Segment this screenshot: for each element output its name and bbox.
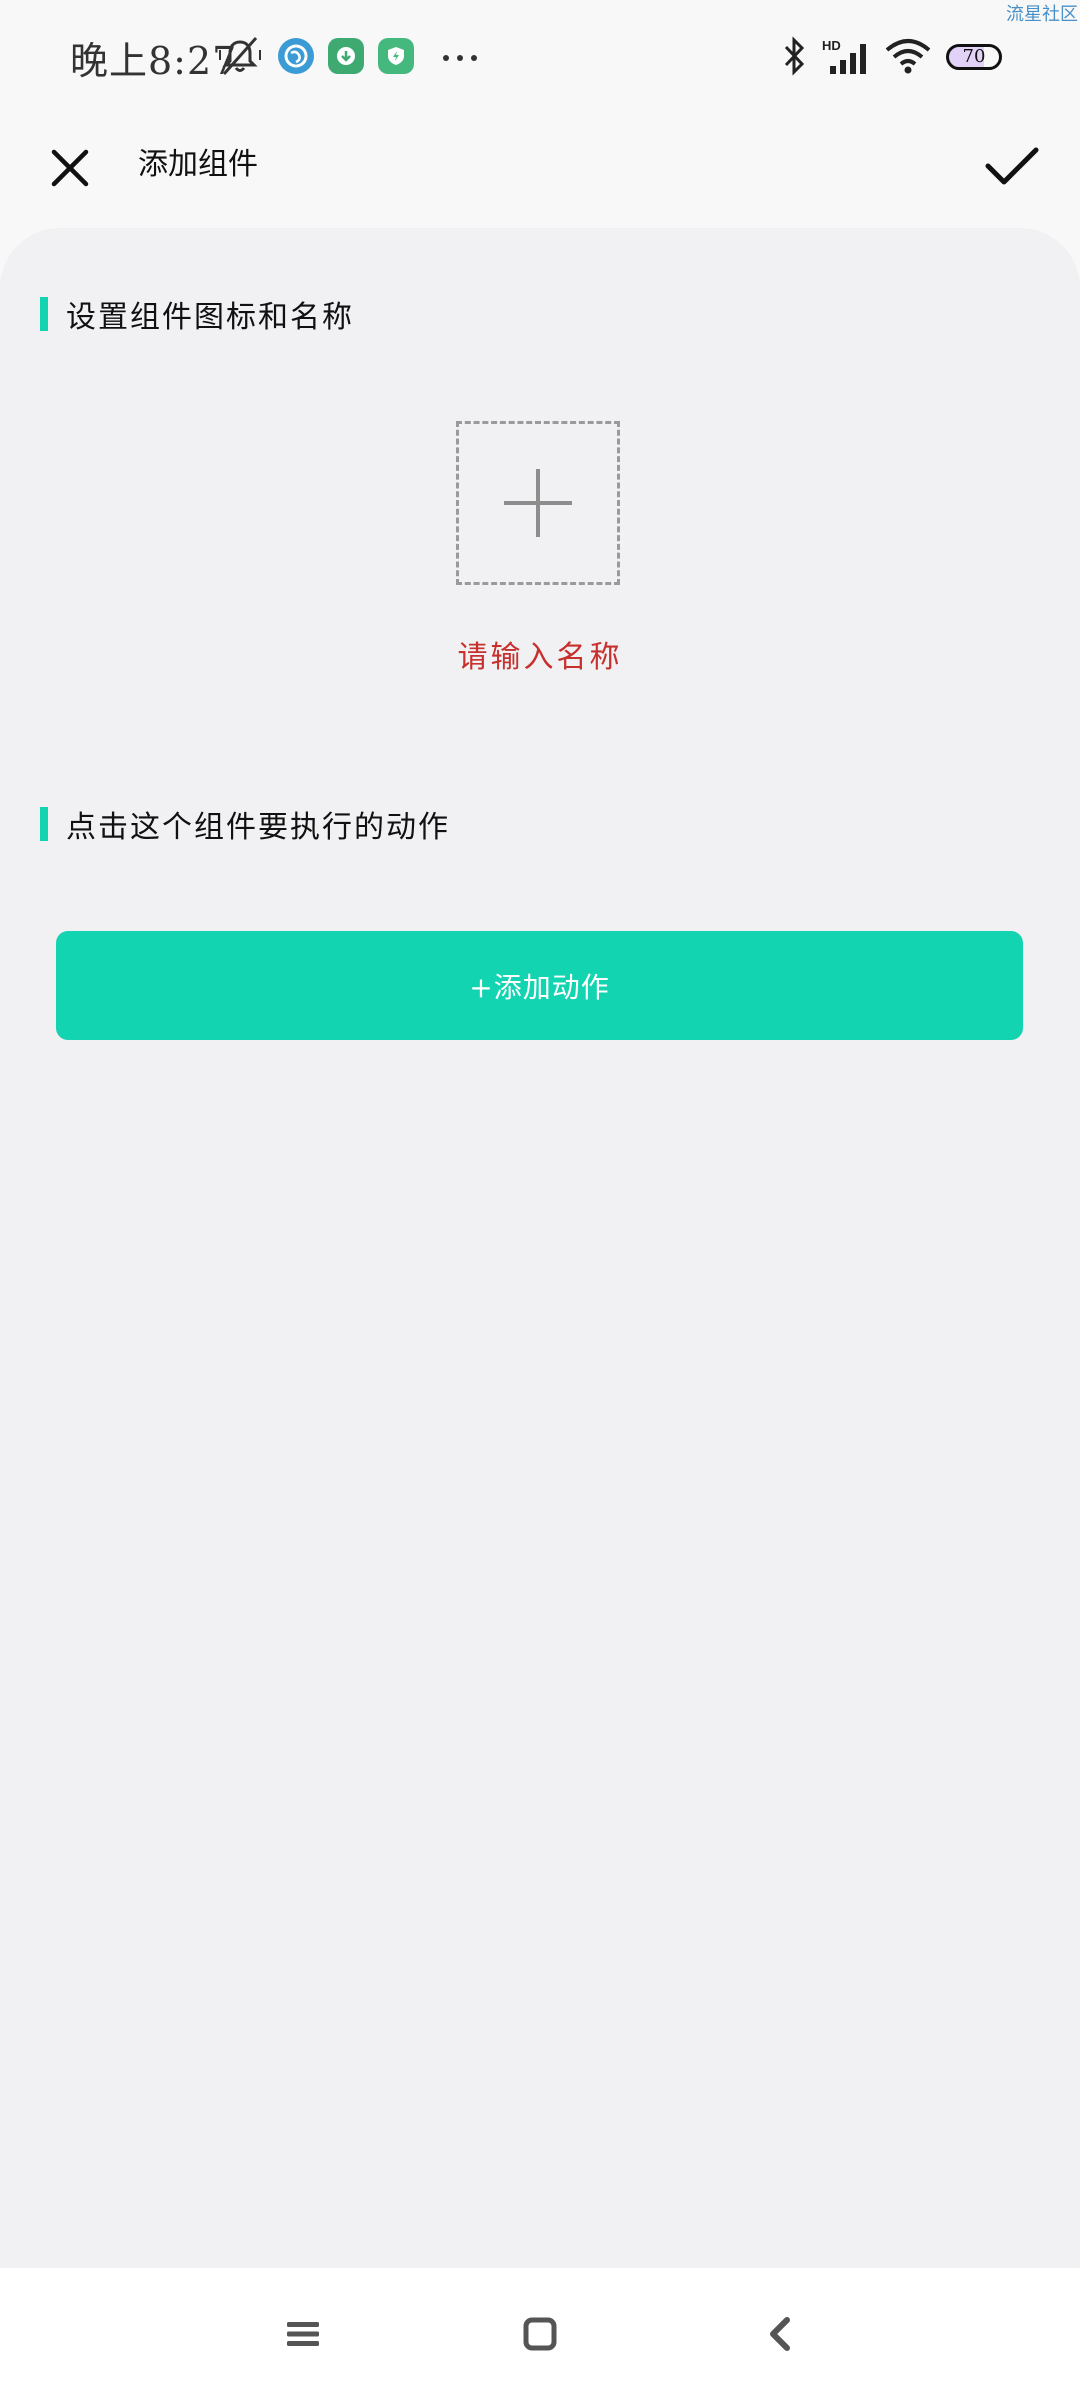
browser-app-icon: [278, 38, 314, 74]
wifi-icon: [885, 39, 931, 74]
main-panel: 设置组件图标和名称 请输入名称 点击这个组件要执行的动作 +添加动作: [0, 228, 1080, 2268]
bluetooth-icon: [784, 36, 805, 76]
svg-text:HD: HD: [822, 38, 841, 53]
add-action-button[interactable]: +添加动作: [56, 931, 1023, 1040]
mute-bell-icon: [219, 37, 261, 75]
watermark: 流星社区: [1006, 4, 1078, 25]
name-input[interactable]: 请输入名称: [340, 632, 740, 676]
back-icon: [770, 2317, 790, 2351]
section-heading-icon-name: 设置组件图标和名称: [40, 292, 354, 336]
hd-signal-icon: HD: [822, 38, 866, 74]
check-icon: [985, 147, 1039, 185]
confirm-button[interactable]: [980, 134, 1044, 198]
section-heading-text: 设置组件图标和名称: [66, 300, 354, 335]
icon-picker-button[interactable]: [456, 421, 620, 585]
section-heading-action: 点击这个组件要执行的动作: [40, 802, 450, 846]
close-button[interactable]: [40, 138, 100, 198]
plus-icon: [504, 469, 572, 537]
home-button[interactable]: [512, 2306, 568, 2362]
status-bar: 晚上8:27 HD 70 流星社区: [0, 0, 1080, 120]
navigation-bar: [0, 2268, 1080, 2400]
screen: 晚上8:27 HD 70 流星社区 添加组件 设置组件图标和名称 请输入名称 点…: [0, 0, 1080, 2400]
menu-button[interactable]: [275, 2306, 331, 2362]
section-accent-bar: [40, 297, 48, 331]
home-icon: [523, 2317, 557, 2351]
more-dots-icon: [443, 55, 477, 61]
menu-icon: [287, 2322, 319, 2346]
security-app-icon: [378, 38, 414, 74]
download-app-icon: [328, 38, 364, 74]
battery-icon: 70: [946, 44, 1002, 70]
back-button[interactable]: [752, 2306, 808, 2362]
close-icon: [51, 149, 89, 187]
section-heading-text: 点击这个组件要执行的动作: [66, 810, 450, 845]
page-title: 添加组件: [138, 147, 258, 182]
section-accent-bar: [40, 807, 48, 841]
status-time: 晚上8:27: [70, 39, 238, 83]
